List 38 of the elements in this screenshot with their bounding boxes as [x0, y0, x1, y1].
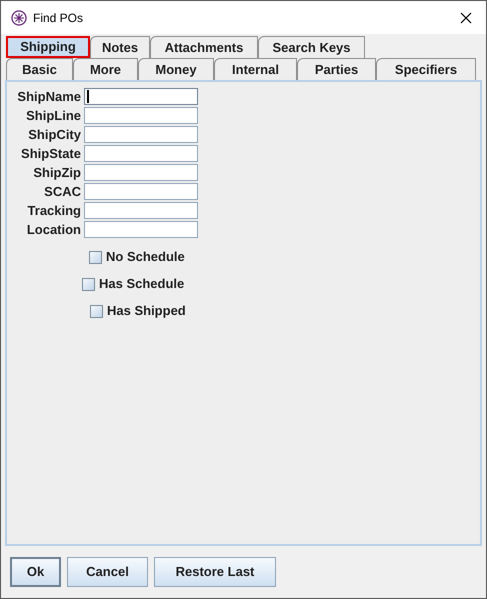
input-field[interactable]	[84, 126, 198, 143]
tab[interactable]: Specifiers	[376, 58, 476, 80]
field-label: ShipState	[20, 144, 82, 163]
checkbox-label: Has Schedule	[99, 275, 184, 294]
input-field[interactable]	[84, 221, 198, 238]
input-field[interactable]	[84, 164, 198, 181]
field-label: ShipZip	[32, 164, 82, 182]
checkbox-label: No Schedule	[106, 248, 185, 266]
tab[interactable]: Basic	[6, 58, 73, 80]
tab[interactable]: Shipping	[6, 36, 90, 58]
tab[interactable]: Search Keys	[258, 36, 365, 58]
tab[interactable]: Internal	[214, 58, 297, 80]
checkbox[interactable]	[90, 304, 103, 318]
input-field[interactable]	[84, 202, 198, 219]
checkbox-label: Has Shipped	[107, 302, 186, 320]
tab[interactable]: More	[73, 58, 138, 80]
field-label: ShipName	[16, 88, 82, 106]
input-field[interactable]	[84, 183, 198, 200]
input-field[interactable]	[84, 145, 198, 162]
button[interactable]: Ok	[10, 557, 61, 587]
field-label: ShipLine	[25, 106, 82, 125]
button[interactable]: Restore Last	[154, 557, 276, 587]
window-title: Find POs	[33, 10, 84, 26]
input-field[interactable]	[84, 107, 198, 124]
tab[interactable]: Notes	[90, 36, 150, 58]
tab[interactable]: Parties	[297, 58, 376, 80]
field-label: Location	[26, 220, 82, 239]
button[interactable]: Cancel	[67, 557, 148, 587]
close-icon[interactable]	[460, 12, 472, 24]
field-label: ShipCity	[27, 126, 82, 144]
checkbox[interactable]	[89, 250, 102, 264]
tab[interactable]: Money	[138, 58, 214, 80]
field-label: SCAC	[43, 182, 82, 201]
tab[interactable]: Attachments	[150, 36, 258, 58]
app-icon	[11, 10, 27, 26]
checkbox[interactable]	[82, 278, 95, 290]
field-label: Tracking	[26, 202, 82, 220]
input-field[interactable]	[84, 88, 198, 105]
